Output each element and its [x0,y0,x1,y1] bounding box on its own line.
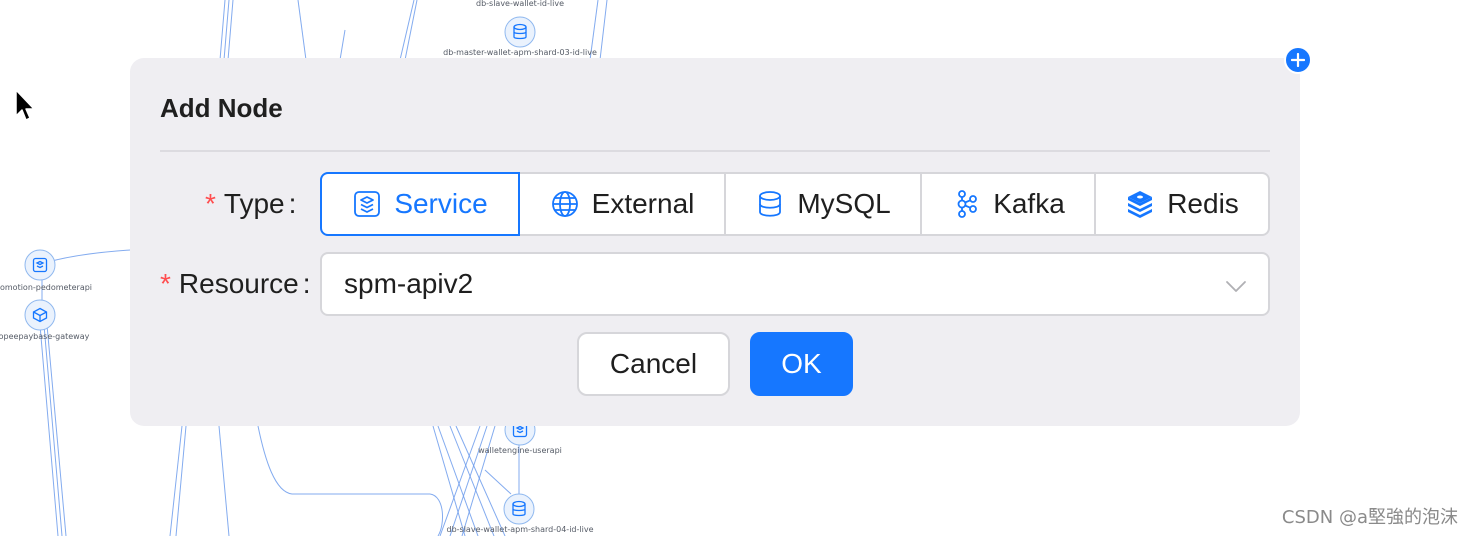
graph-node-db-slave-wallet-id-live[interactable]: db-slave-wallet-id-live [476,0,564,8]
type-label-text: Type [223,188,285,219]
node-label: omotion-pedometerapi [0,283,92,292]
cancel-button[interactable]: Cancel [577,332,730,396]
resource-label-text: Resource [178,268,299,299]
type-option-service[interactable]: Service [320,172,520,236]
type-segmented-control: Service External MySQL Kafka Redis [320,172,1270,236]
node-circle [504,16,536,48]
type-option-external[interactable]: External [520,172,726,236]
node-label: opeepaybase-gateway [0,332,90,341]
modal-title: Add Node [160,93,283,123]
type-option-label: MySQL [797,188,891,219]
required-mark: * [160,268,171,299]
mouse-cursor-icon [15,89,35,121]
globe-icon [550,189,580,219]
node-circle [503,493,535,525]
type-option-label: Service [394,188,488,219]
resource-field-label: * Resource: [160,267,311,301]
chevron-down-icon [1226,281,1246,292]
type-option-mysql[interactable]: MySQL [726,172,922,236]
resource-select-value: spm-apiv2 [344,268,474,299]
node-label: walletengine-userapi [478,446,562,455]
kafka-icon [951,189,981,219]
graph-node-promotion-pedometerapi[interactable]: omotion-pedometerapi [0,249,92,292]
watermark-text: CSDN @a堅強的泡沫 [1281,507,1458,528]
resource-select[interactable]: spm-apiv2 [320,252,1270,316]
label-colon: : [288,188,297,219]
required-mark: * [205,188,216,219]
ok-button[interactable]: OK [750,332,853,396]
node-label: db-slave-wallet-id-live [476,0,564,8]
add-node-fab-button[interactable] [1284,46,1312,74]
type-option-label: External [591,188,695,219]
graph-node-db-master-wallet-apm-shard-03[interactable]: db-master-wallet-apm-shard-03-id-live [443,16,597,57]
type-option-label: Redis [1167,188,1239,219]
service-icon [352,189,382,219]
add-node-modal: Add Node * Type: Service External MySQL … [130,58,1300,426]
type-field-label: * Type: [205,187,296,221]
type-option-kafka[interactable]: Kafka [922,172,1096,236]
label-colon: : [302,268,311,299]
node-label: db-master-wallet-apm-shard-03-id-live [443,48,597,57]
graph-node-opeepaybase-gateway[interactable]: opeepaybase-gateway [0,299,90,341]
type-option-label: Kafka [993,188,1065,219]
database-icon [755,189,785,219]
node-label: db-slave-wallet-apm-shard-04-id-live [447,525,594,534]
redis-icon [1125,189,1155,219]
type-option-redis[interactable]: Redis [1096,172,1270,236]
modal-divider [160,150,1270,152]
plus-icon [1291,53,1305,67]
